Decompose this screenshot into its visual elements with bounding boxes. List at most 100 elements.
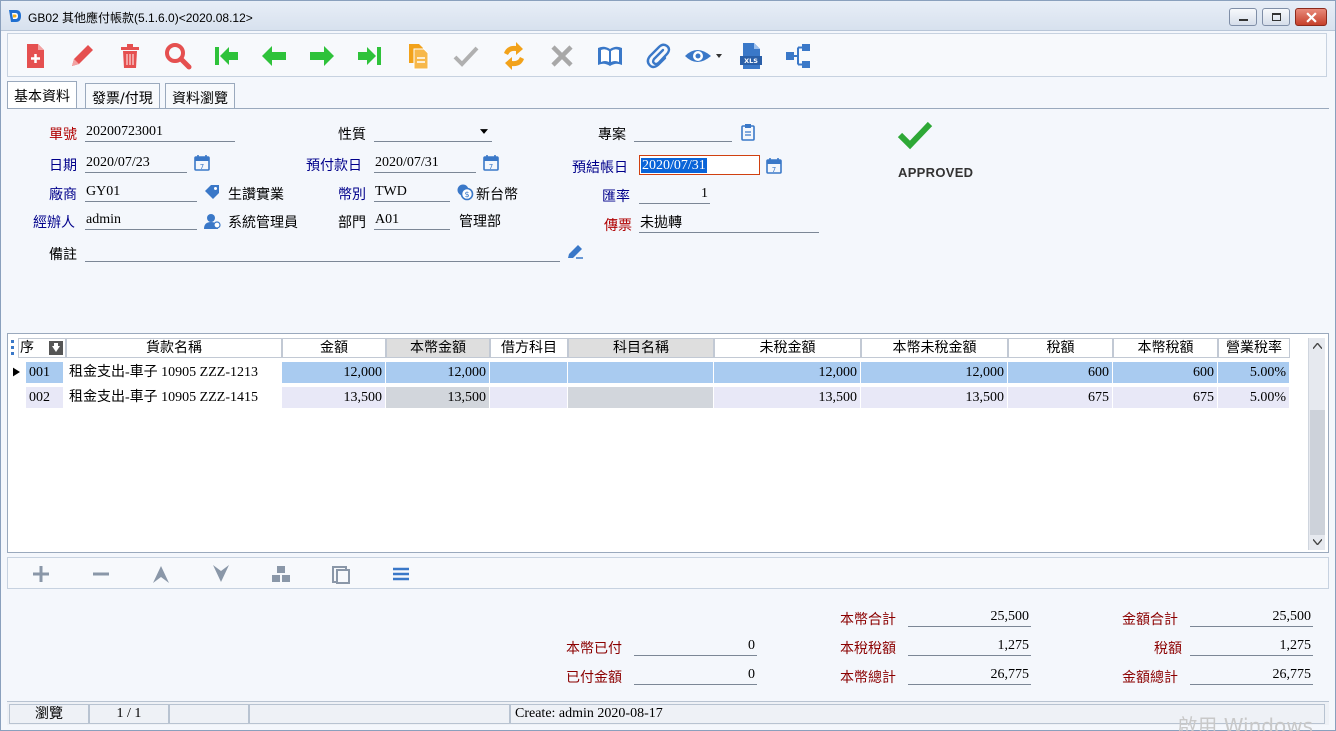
edit-note-icon[interactable]: [566, 243, 584, 261]
handler-label: 經辦人: [33, 215, 75, 231]
col-header-local-amount[interactable]: 本幣金額: [386, 338, 490, 358]
table-row-2-amount[interactable]: 13,500: [282, 387, 386, 408]
currency-field[interactable]: TWD: [374, 182, 450, 202]
table-row-2-local-tax[interactable]: 675: [1113, 387, 1218, 408]
col-header-seq[interactable]: 序: [18, 338, 66, 358]
close-button[interactable]: [1295, 8, 1327, 26]
detail-grid: 序 貨款名稱 金額 本幣金額 借方科目 科目名稱 未稅金額 本幣未稅金額 稅額 …: [7, 333, 1329, 553]
export-excel-button[interactable]: XLS: [734, 39, 768, 73]
list-menu-icon[interactable]: [390, 563, 412, 585]
edit-button[interactable]: [65, 39, 99, 73]
table-row-1-local-pretax[interactable]: 12,000: [861, 362, 1008, 383]
new-button[interactable]: [18, 39, 52, 73]
remark-field[interactable]: [85, 242, 560, 262]
prepay-date-field[interactable]: 2020/07/31: [374, 153, 476, 173]
table-row-2-rate[interactable]: 5.00%: [1218, 387, 1290, 408]
col-header-tax-rate[interactable]: 營業稅率: [1218, 338, 1290, 358]
table-row-1-account[interactable]: [568, 362, 714, 383]
manual-button[interactable]: [593, 39, 627, 73]
voucher-field[interactable]: 未拋轉: [639, 213, 819, 233]
refresh-button[interactable]: [497, 39, 531, 73]
window-title: GB02 其他應付帳款(5.1.6.0)<2020.08.12>: [28, 11, 253, 25]
remove-row-icon[interactable]: [90, 563, 112, 585]
tab-data-browse[interactable]: 資料瀏覽: [165, 83, 235, 108]
scrollbar-thumb[interactable]: [1310, 410, 1325, 535]
nature-select[interactable]: [374, 122, 492, 142]
project-field[interactable]: [634, 122, 732, 142]
last-record-button[interactable]: [353, 39, 387, 73]
table-row-1-name[interactable]: 租金支出-車子 10905 ZZZ-1213: [66, 362, 282, 383]
tab-basic-info[interactable]: 基本資料: [7, 81, 77, 109]
table-row-1-rate[interactable]: 5.00%: [1218, 362, 1290, 383]
cancel-button[interactable]: [545, 39, 579, 73]
calendar-icon[interactable]: 7: [193, 154, 211, 172]
search-button[interactable]: [161, 39, 195, 73]
new-document-icon: [27, 44, 44, 68]
attachment-button[interactable]: [641, 39, 675, 73]
table-row-2-account[interactable]: [568, 387, 714, 408]
grid-vertical-scrollbar[interactable]: [1308, 338, 1325, 550]
table-row-2-seq[interactable]: 002: [26, 387, 64, 408]
pencil-icon: [72, 45, 93, 66]
calendar-icon[interactable]: 7: [765, 157, 783, 175]
maximize-button[interactable]: [1262, 8, 1290, 26]
table-row-2-debit[interactable]: [490, 387, 568, 408]
approved-check-icon: [897, 121, 933, 150]
col-header-name[interactable]: 貨款名稱: [66, 338, 282, 358]
flow-button[interactable]: [781, 39, 815, 73]
first-record-button[interactable]: [209, 39, 243, 73]
dept-field[interactable]: A01: [374, 210, 450, 230]
add-row-icon[interactable]: [30, 563, 52, 585]
amount-total-label: 金額總計: [1122, 670, 1178, 686]
table-row-2-pretax[interactable]: 13,500: [714, 387, 861, 408]
table-row-1-local-amount[interactable]: 12,000: [386, 362, 490, 383]
col-header-debit-account[interactable]: 借方科目: [490, 338, 568, 358]
handler-field[interactable]: admin: [85, 210, 197, 230]
col-header-local-tax[interactable]: 本幣稅額: [1113, 338, 1218, 358]
col-header-pretax[interactable]: 未稅金額: [714, 338, 861, 358]
copy-button[interactable]: [401, 39, 435, 73]
amount-total-value: 26,775: [1190, 665, 1313, 685]
col-header-local-pretax[interactable]: 本幣未稅金額: [861, 338, 1008, 358]
paste-icon[interactable]: [330, 563, 352, 585]
confirm-button[interactable]: [449, 39, 483, 73]
table-row-1-local-tax[interactable]: 600: [1113, 362, 1218, 383]
date-field[interactable]: 2020/07/23: [85, 153, 187, 173]
col-header-account-name[interactable]: 科目名稱: [568, 338, 714, 358]
rate-field[interactable]: 1: [639, 184, 710, 204]
table-row-1-debit[interactable]: [490, 362, 568, 383]
view-dropdown-button[interactable]: [680, 39, 726, 73]
tag-icon[interactable]: [203, 183, 221, 201]
vendor-field[interactable]: GY01: [85, 182, 197, 202]
previous-record-button[interactable]: [257, 39, 291, 73]
currency-name: 新台幣: [476, 187, 518, 203]
table-row-2-tax[interactable]: 675: [1008, 387, 1113, 408]
move-down-icon[interactable]: [210, 563, 232, 585]
group-icon[interactable]: [270, 563, 292, 585]
currency-icon[interactable]: $: [456, 183, 474, 201]
user-icon[interactable]: [203, 212, 221, 230]
flowchart-icon: [786, 44, 810, 68]
status-badge: APPROVED: [898, 165, 974, 180]
minimize-button[interactable]: [1229, 8, 1257, 26]
tab-invoice-payment[interactable]: 發票/付現: [85, 83, 160, 108]
table-row-1-seq[interactable]: 001: [26, 362, 64, 383]
table-row-1-tax[interactable]: 600: [1008, 362, 1113, 383]
settle-date-field[interactable]: 2020/07/31: [639, 155, 760, 175]
table-row-2-name[interactable]: 租金支出-車子 10905 ZZZ-1415: [66, 387, 282, 408]
paid-label: 已付金額: [566, 670, 622, 686]
col-header-tax[interactable]: 稅額: [1008, 338, 1113, 358]
move-up-icon[interactable]: [150, 563, 172, 585]
grid-menu-icon[interactable]: [11, 338, 15, 358]
table-row-2-local-amount[interactable]: 13,500: [386, 387, 490, 408]
calendar-icon[interactable]: 7: [482, 154, 500, 172]
clipboard-icon[interactable]: [739, 123, 757, 141]
table-row-1-pretax[interactable]: 12,000: [714, 362, 861, 383]
next-record-button[interactable]: [305, 39, 339, 73]
table-row-2-local-pretax[interactable]: 13,500: [861, 387, 1008, 408]
svg-text:7: 7: [772, 166, 776, 174]
table-row-1-amount[interactable]: 12,000: [282, 362, 386, 383]
doc-no-field[interactable]: 20200723001: [85, 122, 235, 142]
col-header-amount[interactable]: 金額: [282, 338, 386, 358]
delete-button[interactable]: [113, 39, 147, 73]
